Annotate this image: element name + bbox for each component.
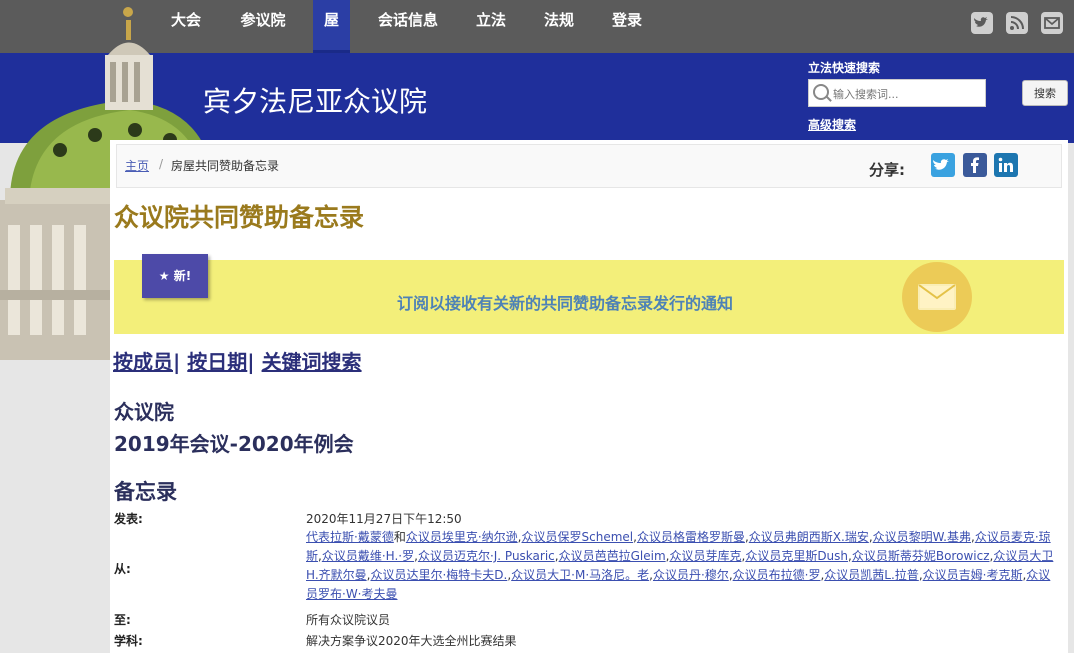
posted-label: 发表: — [114, 512, 143, 526]
sponsor-link[interactable]: 众议员吉姆·考克斯 — [923, 568, 1023, 582]
breadcrumb-current: 房屋共同赞助备忘录 — [171, 159, 280, 173]
nav-item-login[interactable]: 登录 — [602, 0, 652, 53]
sponsor-link[interactable]: 众议员斯蒂芬妮Borowicz — [852, 549, 990, 563]
sponsor-link[interactable]: 众议员大卫·M·马洛尼。老 — [511, 568, 649, 582]
sponsor-link[interactable]: 众议员芽库克 — [669, 549, 741, 563]
sponsor-link[interactable]: 众议员克里斯Dush — [745, 549, 848, 563]
facebook-icon[interactable] — [963, 153, 987, 177]
from-sponsors: 代表拉斯·戴蒙德和众议员埃里克·纳尔逊,众议员保罗Schemel,众议员格雷格罗… — [306, 528, 1058, 604]
share-label: 分享: — [869, 161, 905, 179]
to-value: 所有众议院议员 — [306, 613, 391, 627]
subject-label: 学科: — [114, 634, 143, 648]
email-icon[interactable] — [1041, 12, 1063, 34]
memo-heading: 备忘录 — [114, 480, 177, 504]
nav-item-house[interactable]: 屋 — [313, 0, 350, 53]
search-box — [808, 79, 986, 107]
sponsor-link[interactable]: 代表拉斯·戴蒙德 — [306, 530, 394, 544]
link-divider: | — [247, 350, 262, 374]
session-heading: 2019年会议-2020年例会 — [114, 432, 354, 456]
nav-item-senate[interactable]: 参议院 — [228, 0, 298, 53]
main-content: 主页 / 房屋共同赞助备忘录 分享: 众议院共同赞助备忘录 ★ 新! 订阅以接收… — [110, 140, 1068, 653]
sponsor-link[interactable]: 众议员埃里克·纳尔逊 — [406, 530, 518, 544]
sponsor-link[interactable]: 众议员迈克尔·J. Puskaric — [418, 549, 555, 563]
sponsor-link[interactable]: 众议员黎明W.基弗 — [873, 530, 971, 544]
search-button[interactable]: 搜索 — [1022, 80, 1068, 106]
twitter-icon[interactable] — [971, 12, 993, 34]
search-input[interactable] — [831, 83, 985, 105]
nav-item-legislation[interactable]: 立法 — [466, 0, 516, 53]
and-text: 和 — [393, 530, 406, 544]
search-mode-links: 按成员| 按日期| 关键词搜索 — [113, 346, 362, 375]
sponsor-link[interactable]: 众议员格雷格罗斯曼 — [637, 530, 745, 544]
breadcrumb-home-link[interactable]: 主页 — [125, 157, 149, 174]
advanced-search-link[interactable]: 高级搜索 — [808, 116, 856, 133]
sponsor-link[interactable]: 众议员达里尔·梅特卡夫D. — [370, 568, 507, 582]
nav-item-session-info[interactable]: 会话信息 — [368, 0, 448, 53]
by-member-link[interactable]: 按成员 — [113, 350, 173, 374]
keyword-search-link[interactable]: 关键词搜索 — [262, 350, 362, 374]
sponsor-list: 众议员埃里克·纳尔逊,众议员保罗Schemel,众议员格雷格罗斯曼,众议员弗朗西… — [306, 530, 1053, 601]
sponsor-link[interactable]: 众议员丹·穆尔 — [653, 568, 729, 582]
to-label: 至: — [114, 613, 131, 627]
sponsor-link[interactable]: 众议员戴维·H.·罗 — [322, 549, 414, 563]
search-icon — [813, 84, 829, 100]
sponsor-link[interactable]: 众议员保罗Schemel — [522, 530, 634, 544]
nav-item-statutes[interactable]: 法规 — [534, 0, 584, 53]
site-title: 宾夕法尼亚众议院 — [203, 85, 428, 118]
new-badge: ★ 新! — [142, 254, 208, 298]
sponsor-link[interactable]: 众议员芭芭拉Gleim — [559, 549, 666, 563]
sponsor-link[interactable]: 众议员弗朗西斯X.瑞安 — [749, 530, 869, 544]
link-divider: | — [173, 350, 188, 374]
by-date-link[interactable]: 按日期 — [187, 350, 247, 374]
subscribe-banner-text[interactable]: 订阅以接收有关新的共同赞助备忘录发行的通知 — [397, 290, 733, 314]
subject-value: 解决方案争议2020年大选全州比赛结果 — [306, 634, 517, 648]
quick-search-label: 立法快速搜索 — [808, 61, 881, 75]
chamber-heading: 众议院 — [114, 400, 174, 424]
sponsor-link[interactable]: 众议员凯茜L.拉普 — [824, 568, 919, 582]
sponsor-link[interactable]: 众议员布拉德·罗 — [733, 568, 821, 582]
breadcrumb-separator: / — [159, 157, 164, 171]
breadcrumb: 主页 / 房屋共同赞助备忘录 分享: — [116, 144, 1062, 188]
page-title: 众议院共同赞助备忘录 — [114, 203, 365, 232]
twitter-icon[interactable] — [931, 153, 955, 177]
subscribe-banner[interactable]: ★ 新! 订阅以接收有关新的共同赞助备忘录发行的通知 — [114, 254, 1064, 334]
rss-icon[interactable] — [1006, 12, 1028, 34]
linkedin-icon[interactable] — [994, 153, 1018, 177]
from-label: 从: — [114, 562, 131, 576]
envelope-icon — [902, 262, 972, 332]
posted-value: 2020年11月27日下午12:50 — [306, 512, 462, 526]
